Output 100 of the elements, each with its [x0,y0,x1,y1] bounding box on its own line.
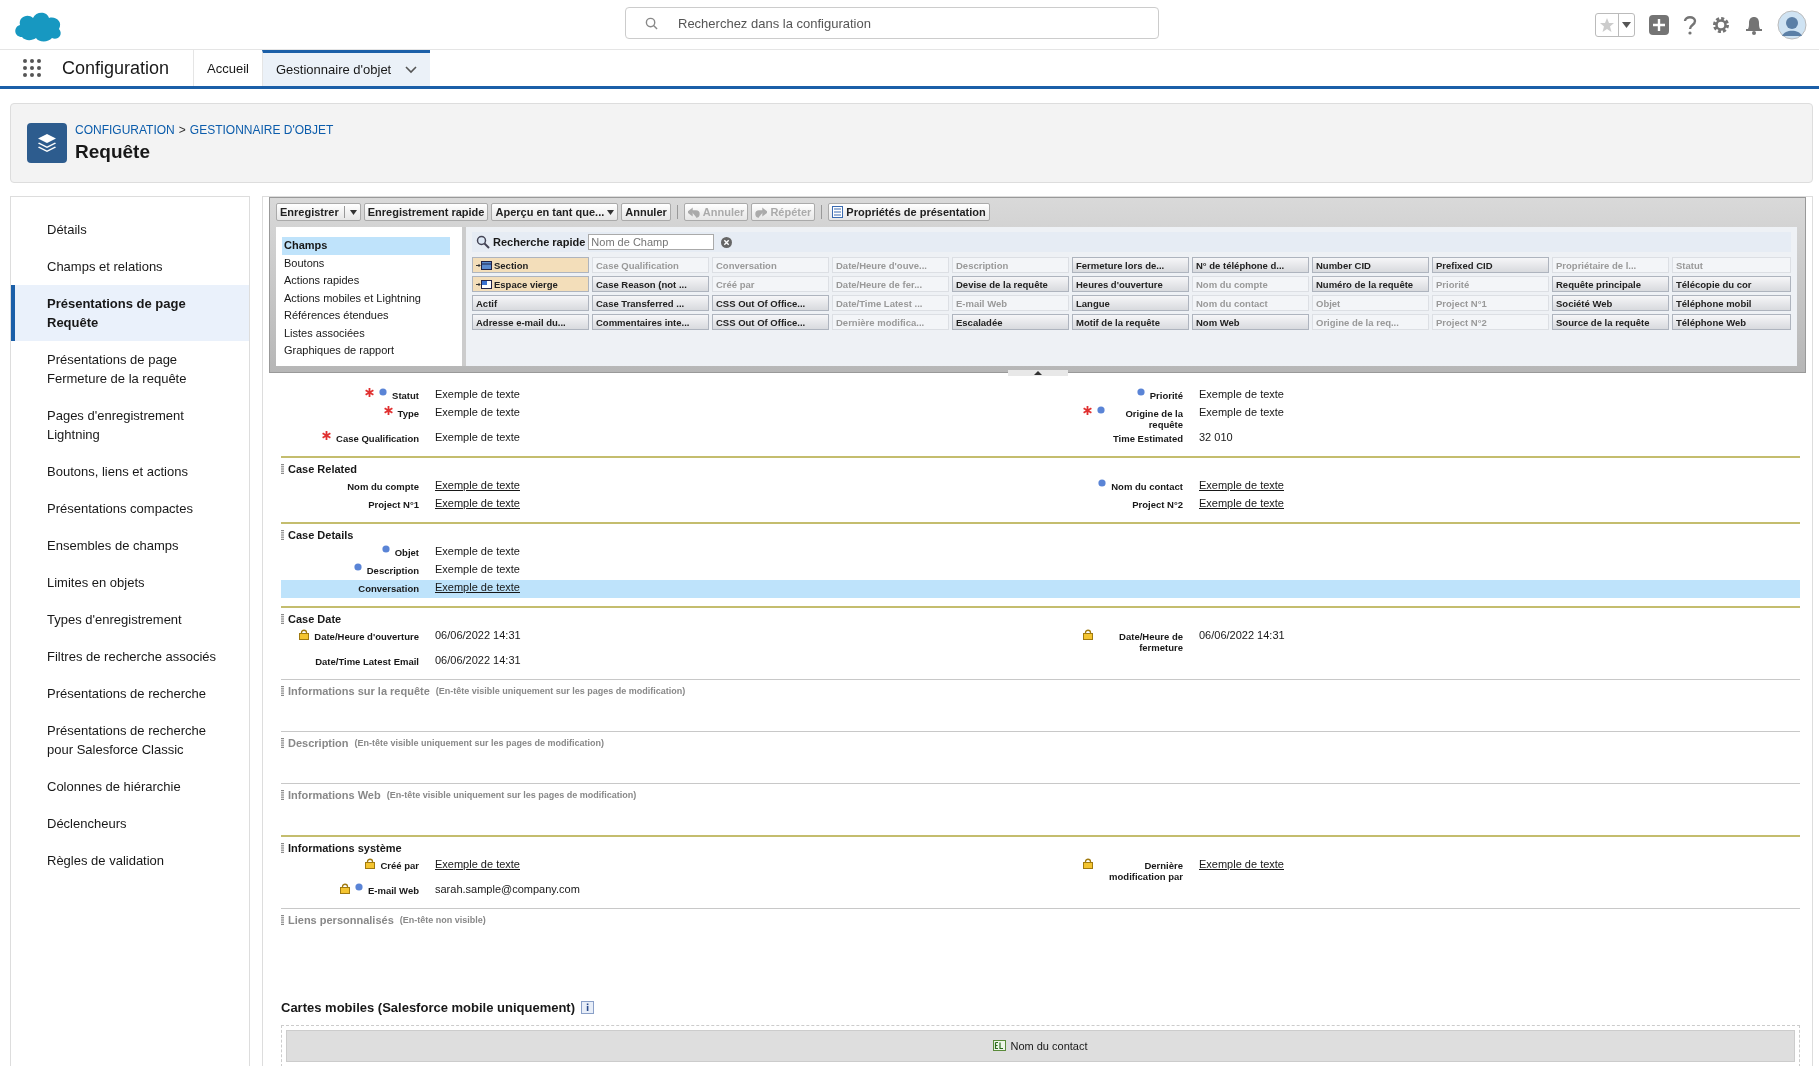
drag-handle-icon[interactable] [281,789,284,800]
palette-category[interactable]: Actions mobiles et Lightning [282,289,450,307]
caret-icon[interactable] [1622,21,1631,28]
palette-item[interactable]: Prefixed CID [1432,257,1549,273]
palette-category[interactable]: Champs [282,237,450,255]
palette-item[interactable]: Adresse e-mail du... [472,314,589,330]
palette-item[interactable]: Devise de la requête [952,276,1069,292]
palette-item[interactable]: CSS Out Of Office... [712,314,829,330]
layout-field[interactable]: Nom du compte Exemple de texte [281,477,1067,493]
sidebar-item[interactable]: Limites en objets [11,564,249,601]
palette-item[interactable]: Téléphone mobil [1672,295,1791,311]
star-icon[interactable] [1599,16,1615,33]
palette-category[interactable]: Graphiques de rapport [282,342,450,360]
toolbar-button[interactable]: Aperçu en tant que... [491,203,619,221]
layout-field[interactable]: E-mail Web sarah.sample@company.com [281,881,1067,897]
bell-icon[interactable] [1745,14,1763,35]
plus-icon[interactable] [1649,14,1669,35]
section-title[interactable]: Case Details [288,528,354,541]
info-icon[interactable] [581,1000,595,1014]
sidebar-item[interactable]: Détails [11,211,249,248]
sidebar-item[interactable]: Pages d'enregistrement Lightning [11,397,249,453]
sidebar-item[interactable]: Présentations de page Fermeture de la requête [11,341,249,397]
layout-field[interactable]: Priorité Exemple de texte [1083,386,1800,402]
layout-field[interactable]: Time Estimated 32 010 [1083,429,1800,445]
toolbar-button[interactable]: Propriétés de présentation [828,203,990,221]
layout-field[interactable]: Origine de la requête Exemple de texte [1083,404,1800,430]
layout-field[interactable]: Case Qualification Exemple de texte [281,429,1067,445]
palette-item[interactable]: Société Web [1552,295,1669,311]
palette-category[interactable]: Boutons [282,254,450,272]
layout-field[interactable]: Date/Heure d'ouverture 06/06/2022 14:31 [281,627,1067,643]
palette-item[interactable]: Espace vierge [472,276,589,292]
drag-handle-icon[interactable] [281,463,284,474]
sidebar-item[interactable]: Présentations de page Requête [11,285,249,341]
palette-item[interactable]: Case Transferred ... [592,295,709,311]
section-title[interactable]: Case Date [288,612,342,625]
layout-field[interactable]: Créé par Exemple de texte [281,856,1067,872]
sidebar-item[interactable]: Présentations compactes [11,490,249,527]
sidebar-item[interactable]: Présentations de recherche [11,675,249,712]
section-title[interactable]: Informations système [288,841,402,854]
palette-item[interactable]: Commentaires inte... [592,314,709,330]
palette-item[interactable]: Télécopie du cor [1672,276,1791,292]
layout-field[interactable]: Objet Exemple de texte [281,543,1067,559]
section-title[interactable]: Case Related [288,462,358,475]
sidebar-item[interactable]: Types d'enregistrement [11,601,249,638]
section-title[interactable]: Description [288,736,349,749]
favorites-button[interactable] [1595,12,1635,37]
layout-field[interactable]: Type Exemple de texte [281,404,1067,420]
palette-item[interactable]: Escaladée [952,314,1069,330]
palette-item[interactable]: Téléphone Web [1672,314,1791,330]
avatar-icon[interactable] [1777,9,1807,40]
layout-field[interactable]: Date/Time Latest Email 06/06/2022 14:31 [281,652,1067,668]
layout-field[interactable]: Project N°1 Exemple de texte [281,495,1067,511]
nav-tab[interactable]: Gestionnaire d'objet [262,50,431,86]
sidebar-item[interactable]: Présentations de recherche pour Salesforce Classic [11,712,249,768]
section-title[interactable]: Liens personnalisés [288,913,394,926]
quick-find-field[interactable]: Nom de Champ [588,234,715,250]
layout-field[interactable]: Dernière modification par Exemple de texte [1083,856,1800,882]
search-field[interactable]: Recherchez dans la configuration [625,7,1159,39]
app-launcher-icon[interactable] [22,58,42,78]
palette-category[interactable]: Actions rapides [282,272,450,290]
breadcrumb-link[interactable]: CONFIGURATION [75,123,175,137]
drag-handle-icon[interactable] [281,737,284,748]
palette-item[interactable]: Nom Web [1192,314,1309,330]
drag-handle-icon[interactable] [281,914,284,925]
palette-item[interactable]: N° de téléphone d... [1192,257,1309,273]
layout-field[interactable]: Description Exemple de texte [281,561,1067,577]
palette-item[interactable]: Langue [1072,295,1189,311]
layout-field[interactable]: Date/Heure de fermeture 06/06/2022 14:31 [1083,627,1800,653]
palette-item[interactable]: Number CID [1312,257,1429,273]
palette-category[interactable]: Listes associées [282,324,450,342]
palette-item[interactable]: Motif de la requête [1072,314,1189,330]
collapse-handle-icon[interactable] [1007,369,1068,376]
toolbar-button[interactable]: Enregistrer [276,203,361,221]
sidebar-item[interactable]: Colonnes de hiérarchie [11,768,249,805]
breadcrumb-link[interactable]: GESTIONNAIRE D'OBJET [189,123,334,137]
layout-field[interactable]: Nom du contact Exemple de texte [1083,477,1800,493]
palette-item[interactable]: CSS Out Of Office... [712,295,829,311]
section-title[interactable]: Informations sur la requête [288,684,430,697]
palette-item[interactable]: Section [472,257,589,273]
palette-item[interactable]: Case Reason (not ... [592,276,709,292]
sidebar-item[interactable]: Boutons, liens et actions [11,453,249,490]
palette-item[interactable]: Actif [472,295,589,311]
sidebar-item[interactable]: Filtres de recherche associés [11,638,249,675]
palette-item[interactable]: Source de la requête [1552,314,1669,330]
section-title[interactable]: Informations Web [288,788,381,801]
drag-handle-icon[interactable] [281,529,284,540]
help-icon[interactable] [1683,14,1697,35]
palette-category[interactable]: Références étendues [282,307,450,325]
layout-field[interactable]: Statut Exemple de texte [281,386,1067,402]
mobile-card[interactable]: Nom du contact [286,1029,1795,1062]
drag-handle-icon[interactable] [281,842,284,853]
palette-item[interactable]: Requête principale [1552,276,1669,292]
clear-icon[interactable] [721,236,733,248]
sidebar-item[interactable]: Champs et relations [11,248,249,285]
settings-icon[interactable] [1711,14,1731,35]
palette-item[interactable]: Numéro de la requête [1312,276,1429,292]
toolbar-button[interactable]: Annuler [621,203,671,221]
sidebar-item[interactable]: Règles de validation [11,842,249,879]
layout-field[interactable]: Project N°2 Exemple de texte [1083,495,1800,511]
palette-item[interactable]: Heures d'ouverture [1072,276,1189,292]
